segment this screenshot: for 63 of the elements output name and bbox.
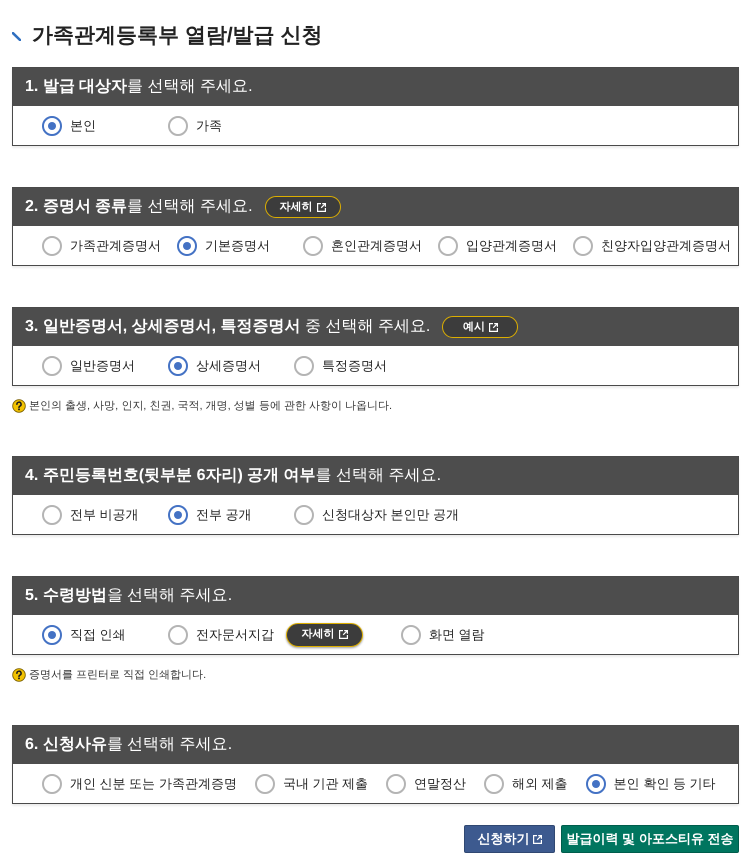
radio-button[interactable] — [168, 356, 188, 376]
radio-button[interactable] — [573, 236, 593, 256]
radio-label[interactable]: 친양자입양관계증명서 — [601, 236, 731, 256]
radio-button[interactable] — [168, 116, 188, 136]
radio-label[interactable]: 전자문서지갑 — [196, 624, 274, 644]
radio-button[interactable] — [401, 624, 421, 644]
radio-label[interactable]: 전부 비공개 — [70, 504, 139, 524]
note-text: 본인의 출생, 사망, 인지, 친권, 국적, 개명, 성별 등에 관한 사항이 나옵니다. — [29, 398, 392, 414]
radio-label[interactable]: 기본증명서 — [205, 236, 270, 256]
radio-label[interactable]: 신청대상자 본인만 공개 — [322, 504, 460, 524]
radio-button[interactable] — [294, 504, 314, 524]
radio-button[interactable] — [42, 236, 62, 256]
radio-button[interactable] — [168, 624, 188, 644]
radio-label[interactable]: 상세증명서 — [196, 356, 261, 376]
radio-button[interactable] — [294, 356, 314, 376]
section-heading: 2. 증명서 종류를 선택해 주세요. — [25, 197, 253, 217]
radio-label[interactable]: 가족 — [196, 116, 222, 136]
detail-button[interactable]: 자세히 — [264, 196, 341, 218]
external-link-icon — [532, 834, 542, 844]
radio-label[interactable]: 직접 인쇄 — [70, 624, 126, 644]
radio-label[interactable]: 혼인관계증명서 — [331, 236, 422, 256]
radio-button[interactable] — [42, 504, 62, 524]
section-heading: 5. 수령방법을 선택해 주세요. — [25, 586, 232, 606]
radio-button[interactable] — [42, 116, 62, 136]
section-heading: 3. 일반증명서, 상세증명서, 특정증명서 중 선택해 주세요. — [25, 317, 430, 337]
apply-button[interactable]: 신청하기 — [464, 825, 555, 853]
radio-label[interactable]: 국내 기관 제출 — [282, 774, 368, 794]
radio-button[interactable] — [168, 504, 188, 524]
radio-button[interactable] — [42, 774, 62, 794]
note-text: 증명서를 프린터로 직접 인쇄합니다. — [29, 668, 206, 683]
detail-button[interactable]: 예시 — [442, 316, 518, 338]
send-button[interactable]: 발급이력 및 아포스티유 전송 — [561, 825, 739, 853]
radio-button[interactable] — [303, 236, 323, 256]
radio-label[interactable]: 전부 공개 — [196, 504, 252, 524]
radio-button[interactable] — [42, 624, 62, 644]
radio-button[interactable] — [484, 774, 504, 794]
radio-label[interactable]: 화면 열람 — [429, 624, 485, 644]
radio-button[interactable] — [177, 236, 197, 256]
radio-button[interactable] — [386, 774, 406, 794]
radio-label[interactable]: 연말정산 — [414, 774, 466, 794]
help-icon — [12, 668, 26, 682]
radio-label[interactable]: 가족관계증명서 — [70, 236, 161, 256]
radio-button[interactable] — [254, 774, 275, 794]
help-icon — [12, 399, 26, 413]
radio-button[interactable] — [586, 774, 606, 794]
radio-label[interactable]: 입양관계증명서 — [466, 236, 557, 256]
radio-button[interactable] — [438, 236, 458, 256]
section-heading: 4. 주민등록번호(뒷부분 6자리) 공개 여부를 선택해 주세요. — [25, 466, 442, 486]
radio-label[interactable]: 본인 확인 등 기타 — [614, 774, 716, 794]
section-heading: 6. 신청사유를 선택해 주세요. — [25, 735, 232, 755]
radio-button[interactable] — [42, 356, 62, 376]
external-link-icon — [316, 202, 326, 212]
external-link-icon — [488, 322, 498, 332]
radio-label[interactable]: 일반증명서 — [70, 356, 135, 376]
radio-label[interactable]: 개인 신분 또는 가족관계증명 — [70, 774, 237, 794]
external-link-icon — [338, 630, 348, 639]
page-title: 가족관계등록부 열람/발급 신청 — [32, 24, 323, 46]
radio-label[interactable]: 특정증명서 — [322, 356, 387, 376]
radio-label[interactable]: 해외 제출 — [512, 774, 568, 794]
diagonal-stroke-icon — [12, 32, 21, 40]
detail-button[interactable]: 자세히 — [286, 622, 363, 646]
radio-label[interactable]: 본인 — [70, 116, 96, 136]
section-heading: 1. 발급 대상자를 선택해 주세요. — [25, 77, 253, 97]
